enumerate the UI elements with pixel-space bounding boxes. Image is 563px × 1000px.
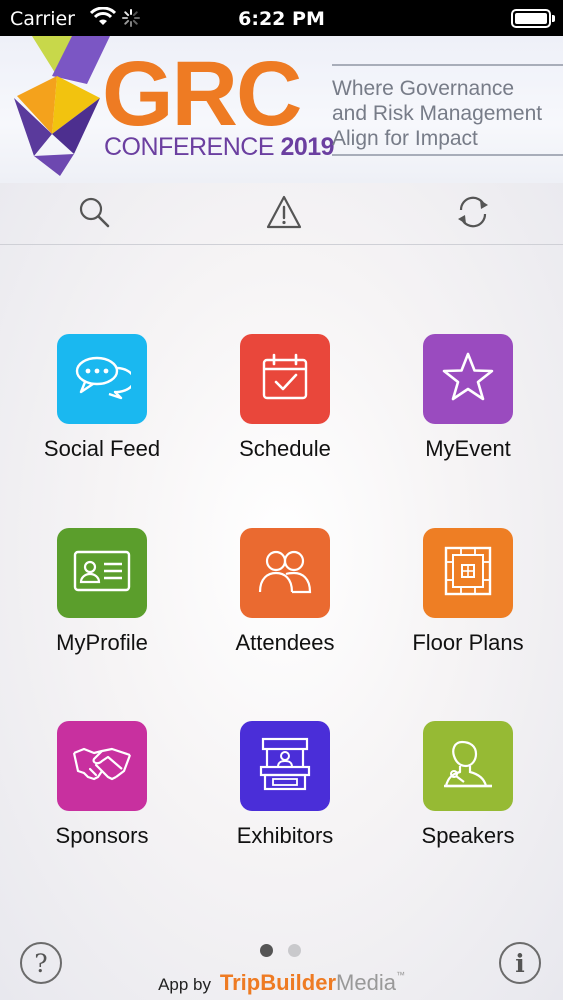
calendar-icon [260, 352, 310, 407]
tagline: Where Governance and Risk Management Ali… [332, 76, 542, 151]
search-button[interactable] [75, 195, 113, 233]
star-icon [441, 351, 495, 408]
app-credit: App by TripBuilderMedia™ [0, 970, 563, 996]
refresh-button[interactable] [454, 195, 492, 233]
tile-speakers[interactable]: Speakers [378, 721, 558, 849]
tile-sponsors[interactable]: Sponsors [12, 721, 192, 849]
clock-time: 6:22 PM [238, 8, 325, 30]
battery-icon [511, 9, 555, 28]
tagline-line-1: Where Governance [332, 77, 515, 100]
conference-banner: GRC CONFERENCE 2019 Where Governance and… [0, 36, 563, 183]
handshake-icon [72, 743, 132, 790]
refresh-icon [453, 194, 493, 235]
floor-plan-icon [443, 545, 493, 602]
grc-logo-text: GRC [102, 43, 302, 145]
tagline-line-3: Align for Impact [332, 127, 478, 150]
sponsors-tile-box [57, 721, 147, 811]
app-by-label: App by [158, 975, 211, 994]
tagline-box: Where Governance and Risk Management Ali… [332, 64, 563, 156]
tile-label: Floor Plans [412, 630, 524, 655]
conference-subtitle: CONFERENCE 2019 [104, 133, 335, 162]
toolbar [0, 183, 563, 245]
tile-myevent[interactable]: MyEvent [378, 334, 558, 462]
tile-label: MyProfile [56, 630, 148, 655]
grc-logo-shape-icon [12, 36, 112, 183]
schedule-tile-box [240, 334, 330, 424]
tile-label: MyEvent [425, 436, 511, 461]
page-dot [288, 944, 301, 957]
speaker-icon [440, 736, 496, 797]
social-feed-tile-box [57, 334, 147, 424]
tile-label: Schedule [239, 436, 331, 461]
exhibitors-tile-box [240, 721, 330, 811]
status-bar: Carrier 6:22 PM [0, 0, 563, 36]
tile-exhibitors[interactable]: Exhibitors [195, 721, 375, 849]
trademark: ™ [395, 970, 405, 980]
myprofile-tile-box [57, 528, 147, 618]
speakers-tile-box [423, 721, 513, 811]
tile-label: Social Feed [43, 436, 161, 461]
tagline-line-2: and Risk Management [332, 102, 543, 125]
booth-icon [257, 736, 313, 797]
conference-word: CONFERENCE [104, 133, 275, 161]
tile-label: Speakers [421, 823, 515, 848]
tile-attendees[interactable]: Attendees [195, 528, 375, 656]
tile-label: Attendees [235, 630, 335, 655]
conference-year: 2019 [280, 133, 335, 161]
brand-tripbuilder: TripBuilder [219, 970, 337, 995]
tile-social-feed[interactable]: Social Feed [12, 334, 192, 462]
floor-plans-tile-box [423, 528, 513, 618]
tile-label: Exhibitors [236, 823, 334, 848]
id-card-icon [73, 550, 131, 597]
page-dot-active [260, 944, 273, 957]
attendees-tile-box [240, 528, 330, 618]
tile-label: Sponsors [55, 823, 149, 848]
people-icon [256, 546, 314, 601]
warning-icon [266, 195, 302, 234]
search-icon [77, 195, 111, 234]
brand-media: Media [336, 970, 396, 995]
alerts-button[interactable] [265, 195, 303, 233]
tile-myprofile[interactable]: MyProfile [12, 528, 192, 656]
tile-schedule[interactable]: Schedule [195, 334, 375, 462]
chat-bubbles-icon [73, 354, 136, 405]
myevent-tile-box [423, 334, 513, 424]
tile-floor-plans[interactable]: Floor Plans [378, 528, 558, 656]
